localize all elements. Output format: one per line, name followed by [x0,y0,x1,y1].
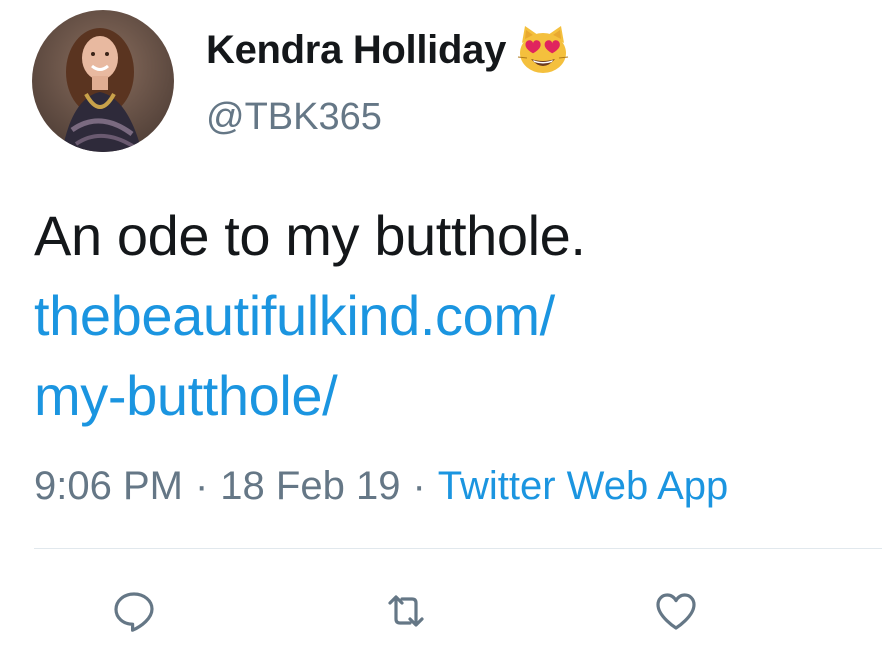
smiling-cat-heart-eyes-emoji-icon [517,26,569,73]
like-button[interactable] [650,585,702,637]
user-handle[interactable]: @TBK365 [206,96,382,139]
avatar-image [32,10,174,152]
retweet-icon [388,595,424,627]
divider [34,548,882,549]
tweet-card: Kendra Holliday @TBK365 An ode to my but… [0,0,882,669]
display-name-row: Kendra Holliday [206,22,570,78]
tweet-link-line2[interactable]: my-butthole/ [34,356,854,436]
tweet-text: An ode to my butthole. thebeautifulkind.… [34,196,854,436]
tweet-link-line1[interactable]: thebeautifulkind.com/ [34,276,854,356]
tweet-date[interactable]: 18 Feb 19 [220,464,400,508]
reply-icon [114,592,154,632]
meta-separator: · [194,464,209,508]
tweet-meta: 9:06 PM · 18 Feb 19 · Twitter Web App [34,464,728,509]
retweet-button[interactable] [380,585,432,637]
display-name[interactable]: Kendra Holliday [206,28,506,73]
tweet-source[interactable]: Twitter Web App [438,464,729,508]
reply-button[interactable] [108,585,160,637]
tweet-time[interactable]: 9:06 PM [34,464,183,508]
tweet-body: An ode to my butthole. [34,204,586,267]
avatar[interactable] [32,10,174,152]
heart-icon [656,593,696,630]
meta-separator: · [412,464,426,508]
